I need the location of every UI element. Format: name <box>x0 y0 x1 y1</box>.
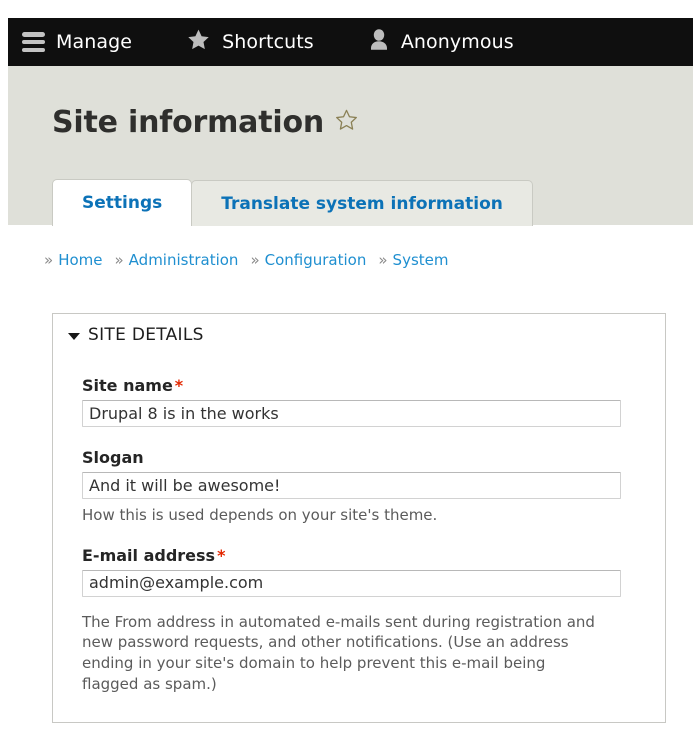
required-marker: * <box>174 376 184 395</box>
breadcrumb-link-configuration[interactable]: Configuration <box>265 251 367 269</box>
required-marker: * <box>217 545 226 565</box>
breadcrumb-separator: » <box>114 251 124 269</box>
star-icon <box>186 28 211 56</box>
star-outline-icon[interactable] <box>334 108 359 137</box>
admin-toolbar: Manage Shortcuts Anonymous <box>8 18 693 66</box>
hamburger-menu-icon <box>22 32 45 52</box>
page-title-row: Site information <box>52 105 359 140</box>
tab-translate-system-information-label: Translate system information <box>221 193 503 214</box>
tab-translate-system-information[interactable]: Translate system information <box>191 180 533 226</box>
field-slogan-label: Slogan <box>82 448 625 467</box>
breadcrumb-separator: » <box>250 251 260 269</box>
site-details-legend[interactable]: SITE DETAILS <box>68 325 204 345</box>
breadcrumb: » Home » Administration » Configuration … <box>44 251 460 269</box>
site-name-input[interactable] <box>82 400 621 427</box>
breadcrumb-separator: » <box>378 251 388 269</box>
tab-settings-label: Settings <box>82 193 163 213</box>
site-details-fieldset: SITE DETAILS Site name* Slogan How this … <box>52 313 666 723</box>
slogan-input[interactable] <box>82 472 621 499</box>
field-email-address-label-text: E-mail address <box>82 545 216 565</box>
page-title: Site information <box>52 105 325 140</box>
field-site-name-label: Site name * <box>82 376 625 395</box>
toolbar-item-shortcuts[interactable]: Shortcuts <box>170 18 330 66</box>
toolbar-item-account-label: Anonymous <box>400 31 514 53</box>
page-header-band: Site information Settings Translate syst… <box>8 66 693 226</box>
user-icon <box>368 28 390 56</box>
breadcrumb-link-administration[interactable]: Administration <box>129 251 239 269</box>
triangle-down-icon <box>68 332 80 340</box>
breadcrumb-link-system[interactable]: System <box>393 251 449 269</box>
page-root: Manage Shortcuts Anonymous Site informat… <box>0 0 693 750</box>
field-slogan: Slogan How this is used depends on your … <box>82 448 625 526</box>
toolbar-item-manage-label: Manage <box>56 31 133 53</box>
field-email-address-label: E-mail address * <box>82 546 625 565</box>
field-email-address: E-mail address* The From address in auto… <box>82 546 625 695</box>
email-address-description: The From address in automated e-mails se… <box>82 612 595 693</box>
email-address-input[interactable] <box>82 569 621 597</box>
toolbar-item-account[interactable]: Anonymous <box>352 18 530 66</box>
field-site-name: Site name * <box>82 376 625 427</box>
tab-settings[interactable]: Settings <box>52 179 193 226</box>
tab-bar: Settings Translate system information <box>52 179 533 226</box>
field-site-name-label-text: Site name <box>82 376 173 395</box>
breadcrumb-link-home[interactable]: Home <box>58 251 102 269</box>
breadcrumb-separator: » <box>44 251 54 269</box>
field-slogan-label-text: Slogan <box>82 448 144 467</box>
toolbar-item-manage[interactable]: Manage <box>8 18 148 66</box>
site-details-fields: Site name* Slogan How this is used depen… <box>82 376 625 694</box>
site-details-legend-label: SITE DETAILS <box>88 325 204 345</box>
slogan-description: How this is used depends on your site's … <box>82 506 438 524</box>
toolbar-item-shortcuts-label: Shortcuts <box>222 31 314 53</box>
